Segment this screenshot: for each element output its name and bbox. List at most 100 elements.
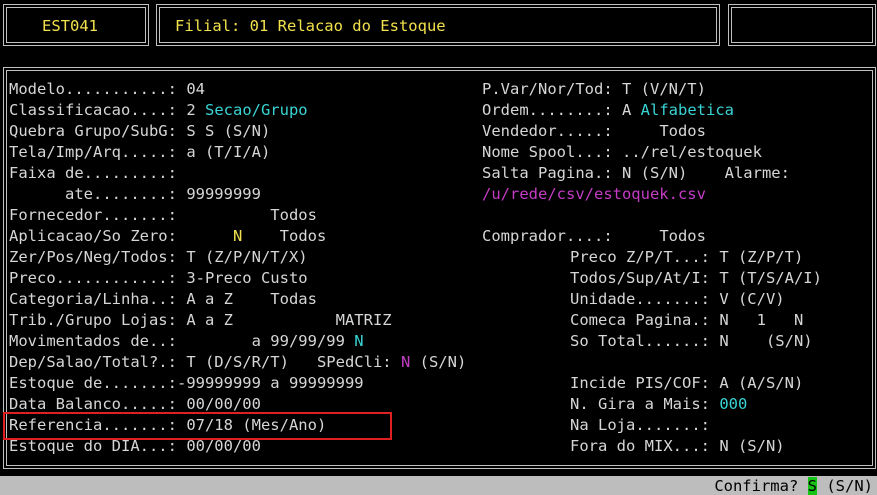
field-label-so-total: So Total......:: [570, 332, 710, 350]
field-row-zer-pos-neg-todos: Zer/Pos/Neg/Todos: T (Z/P/N/T/X): [9, 247, 308, 268]
field-label-modelo: Modelo...........:: [9, 80, 177, 98]
field-value-dep-salao-total[interactable]: T (D/S/R/T) SPedCli:: [177, 353, 391, 371]
field-extra-n-gira-a-mais: 000: [719, 395, 748, 413]
field-row-faixa-de: Faixa de.........:: [9, 163, 177, 184]
field-row-p-var-nor-tod: P.Var/Nor/Tod: T (V/N/T): [482, 79, 706, 100]
confirm-options: (S/N): [817, 477, 873, 495]
field-label-quebra-grupo-subg: Quebra Grupo/SubG:: [9, 122, 177, 140]
field-value-vendedor[interactable]: Todos: [613, 122, 706, 140]
field-label-trib-grupo-lojas: Trib./Grupo Lojas:: [9, 311, 177, 329]
field-label-n-gira-a-mais: N. Gira a Mais:: [570, 395, 710, 413]
field-label-vendedor: Vendedor.....:: [482, 122, 613, 140]
field-row-n-gira-a-mais: N. Gira a Mais: 000: [570, 394, 747, 415]
field-row-incide-pis-cof: Incide PIS/COF: A (A/S/N): [570, 373, 803, 394]
field-value2-dep-salao-total: (S/N): [410, 353, 467, 371]
field-value-comprador[interactable]: Todos: [613, 227, 706, 245]
field-value-ate[interactable]: 99999999: [177, 185, 261, 203]
field-value-fora-do-mix[interactable]: N (S/N): [710, 437, 784, 455]
field-extra-ordem: Alfabetica: [631, 101, 734, 119]
field-row-quebra-grupo-subg: Quebra Grupo/SubG: S S (S/N): [9, 121, 270, 142]
field-label-ate: ate........:: [9, 185, 177, 203]
program-code: EST041: [42, 17, 98, 35]
field-label-faixa-de: Faixa de.........:: [9, 164, 177, 182]
confirm-label: Confirma?: [714, 477, 799, 495]
field-label-comeca-pagina: Comeca Pagina.:: [570, 311, 710, 329]
field-label-incide-pis-cof: Incide PIS/COF:: [570, 374, 710, 392]
field-label-ordem: Ordem........:: [482, 101, 613, 119]
field-row-dep-salao-total: Dep/Salao/Total?.: T (D/S/R/T) SPedCli: …: [9, 352, 466, 373]
field-value-estoque-de[interactable]: -99999999 a 99999999: [177, 374, 364, 392]
field-label-salta-pagina: Salta Pagina.:: [482, 164, 613, 182]
field-label-preco-z-p-t: Preco Z/P/T...:: [570, 248, 710, 266]
field-row-movimentados-de: Movimentados de..: a 99/99/99 N: [9, 331, 364, 352]
field-label-tela-imp-arq: Tela/Imp/Arq.....:: [9, 143, 177, 161]
field-value-categoria-linha[interactable]: A a Z Todas: [177, 290, 317, 308]
field-value-unidade[interactable]: V (C/V): [710, 290, 784, 308]
field-value-incide-pis-cof[interactable]: A (A/S/N): [710, 374, 803, 392]
field-value2-aplicacao-so-zero: Todos: [242, 227, 327, 245]
field-row-preco: Preco............: 3-Preco Custo: [9, 268, 308, 289]
field-extra-classificacao: Secao/Grupo: [195, 101, 308, 119]
field-value-trib-grupo-lojas[interactable]: A a Z MATRIZ: [177, 311, 391, 329]
field-row-classificacao: Classificacao....: 2 Secao/Grupo: [9, 100, 308, 121]
field-row-nome-spool: Nome Spool...: ../rel/estoquek: [482, 142, 762, 163]
field-value-p-var-nor-tod[interactable]: T (V/N/T): [613, 80, 706, 98]
field-label-todos-sup-at-i: Todos/Sup/At/I:: [570, 269, 710, 287]
confirm-answer-field[interactable]: S: [807, 477, 817, 495]
field-label-movimentados-de: Movimentados de..:: [9, 332, 177, 350]
field-value-nome-spool[interactable]: ../rel/estoquek: [613, 143, 762, 161]
field-label-unidade: Unidade.......:: [570, 290, 710, 308]
confirm-prompt: Confirma? S (S/N): [714, 477, 873, 495]
field-row-ate: ate........: 99999999: [9, 184, 261, 205]
field-row-estoque-de: Estoque de.......:-99999999 a 99999999: [9, 373, 364, 394]
aux-box: [728, 4, 876, 46]
field-label-na-loja: Na Loja.......:: [570, 416, 710, 434]
field-value-todos-sup-at-i[interactable]: T (T/S/A/I): [710, 269, 822, 287]
field-label-categoria-linha: Categoria/Linha..:: [9, 290, 177, 308]
field-value-ordem[interactable]: A: [613, 101, 631, 119]
field-row-vendedor: Vendedor.....: Todos: [482, 121, 706, 142]
field-value-data-balanco[interactable]: 00/00/00: [177, 395, 261, 413]
field-label-dep-salao-total: Dep/Salao/Total?.:: [9, 353, 177, 371]
field-value-comeca-pagina[interactable]: N 1 N: [710, 311, 803, 329]
field-value-quebra-grupo-subg[interactable]: S S (S/N): [177, 122, 270, 140]
field-value-modelo[interactable]: 04: [177, 80, 205, 98]
field-magenta-field[interactable]: /u/rede/csv/estoquek.csv: [482, 185, 706, 203]
field-label-zer-pos-neg-todos: Zer/Pos/Neg/Todos:: [9, 248, 177, 266]
field-row-fora-do-mix: Fora do MIX...: N (S/N): [570, 436, 785, 457]
field-row-comeca-pagina: Comeca Pagina.: N 1 N: [570, 310, 803, 331]
field-flag-aplicacao-so-zero[interactable]: N: [233, 227, 242, 245]
field-row-field: /u/rede/csv/estoquek.csv: [482, 184, 706, 205]
field-row-aplicacao-so-zero: Aplicacao/So Zero: N Todos: [9, 226, 326, 247]
field-label-fora-do-mix: Fora do MIX...:: [570, 437, 710, 455]
field-value-classificacao[interactable]: 2: [177, 101, 195, 119]
field-value-preco[interactable]: 3-Preco Custo: [177, 269, 307, 287]
field-row-tela-imp-arq: Tela/Imp/Arq.....: a (T/I/A): [9, 142, 270, 163]
field-row-so-total: So Total......: N (S/N): [570, 331, 813, 352]
field-label-p-var-nor-tod: P.Var/Nor/Tod:: [482, 80, 613, 98]
field-value-salta-pagina[interactable]: N (S/N) Alarme:: [613, 164, 790, 182]
field-label-estoque-de: Estoque de.......:: [9, 374, 177, 392]
status-bar: Confirma? S (S/N): [0, 476, 877, 495]
field-row-comprador: Comprador....: Todos: [482, 226, 706, 247]
field-row-trib-grupo-lojas: Trib./Grupo Lojas: A a Z MATRIZ: [9, 310, 392, 331]
field-row-unidade: Unidade.......: V (C/V): [570, 289, 785, 310]
field-value-n-gira-a-mais[interactable]: [710, 395, 719, 413]
field-label-comprador: Comprador....:: [482, 227, 613, 245]
field-label-fornecedor: Fornecedor.......:: [9, 206, 177, 224]
field-label-preco: Preco............:: [9, 269, 177, 287]
screen-title: Filial: 01 Relacao do Estoque: [175, 17, 446, 35]
field-value-fornecedor[interactable]: Todos: [177, 206, 317, 224]
field-value-so-total[interactable]: N (S/N): [710, 332, 812, 350]
field-extra-movimentados-de: N: [344, 332, 364, 350]
field-value-tela-imp-arq[interactable]: a (T/I/A): [177, 143, 270, 161]
field-value-movimentados-de[interactable]: a 99/99/99: [177, 332, 345, 350]
field-row-salta-pagina: Salta Pagina.: N (S/N) Alarme:: [482, 163, 790, 184]
field-label-aplicacao-so-zero: Aplicacao/So Zero:: [9, 227, 177, 245]
field-row-preco-z-p-t: Preco Z/P/T...: T (Z/P/T): [570, 247, 803, 268]
field-label-data-balanco: Data Balanco.....:: [9, 395, 177, 413]
field-value-zer-pos-neg-todos[interactable]: T (Z/P/N/T/X): [177, 248, 307, 266]
field-value-aplicacao-so-zero[interactable]: [177, 227, 233, 245]
field-value-preco-z-p-t[interactable]: T (Z/P/T): [710, 248, 803, 266]
field-magenta-dep-salao-total[interactable]: N: [392, 353, 410, 371]
